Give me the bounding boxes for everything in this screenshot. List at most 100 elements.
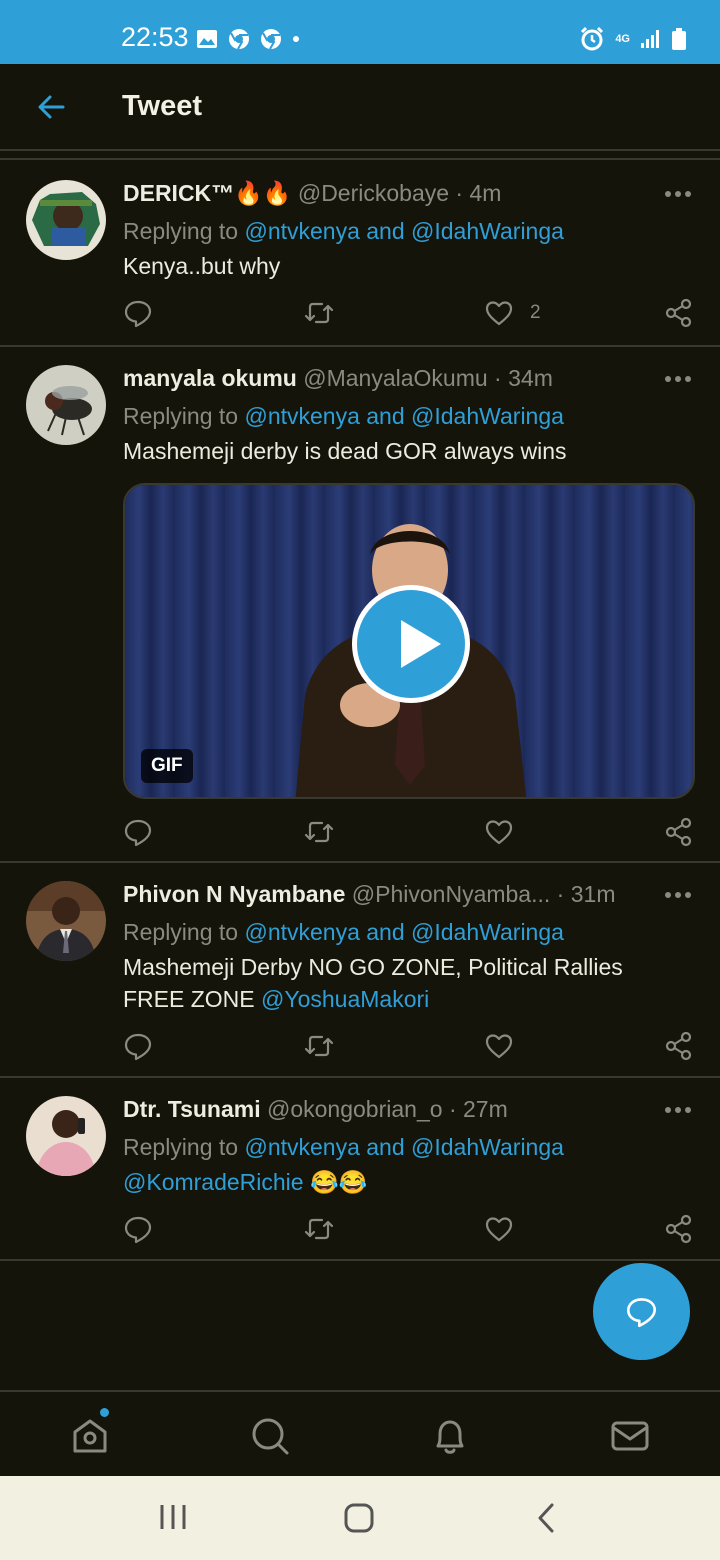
replying-to: Replying to @ntvkenya and @IdahWaringa	[123, 403, 564, 430]
tweet-text: @KomradeRichie 😂😂	[123, 1166, 660, 1198]
system-navigation-bar	[0, 1476, 720, 1560]
status-bar: 22:53 4G	[0, 0, 720, 64]
dot-icon	[293, 36, 299, 42]
tweet-actions	[0, 1214, 720, 1248]
tweet-text-line: Mashemeji Derby NO GO ZONE, Political Ra…	[123, 954, 623, 980]
replying-prefix: Replying to	[123, 1134, 239, 1160]
replying-targets[interactable]: @ntvkenya and @IdahWaringa	[244, 1134, 563, 1160]
tweet-actions	[0, 817, 720, 851]
tweet-text: Mashemeji derby is dead GOR always wins	[123, 438, 567, 464]
gif-media[interactable]: GIF	[123, 483, 695, 799]
share-icon[interactable]	[664, 817, 694, 847]
app-bar: Tweet	[0, 64, 720, 151]
tweet-header: Dtr. Tsunami @okongobrian_o · 27m	[123, 1096, 630, 1126]
retweet-icon[interactable]	[304, 298, 334, 328]
retweet-icon[interactable]	[304, 1031, 334, 1061]
tweet-text-part: FREE ZONE	[123, 986, 255, 1012]
avatar[interactable]	[26, 881, 106, 961]
display-name[interactable]: Dtr. Tsunami	[123, 1096, 261, 1122]
like-count: 2	[530, 302, 541, 323]
divider	[0, 158, 720, 160]
tweet-text-line: FREE ZONE @YoshuaMakori	[123, 983, 660, 1015]
divider	[0, 1076, 720, 1078]
search-icon[interactable]	[250, 1416, 290, 1456]
separator: ·	[448, 1096, 463, 1122]
reply-icon[interactable]	[123, 1031, 153, 1061]
reply-icon[interactable]	[123, 298, 153, 328]
more-icon[interactable]	[664, 1106, 692, 1114]
page-title: Tweet	[122, 90, 203, 122]
home-icon[interactable]	[70, 1416, 110, 1456]
tweet-actions	[0, 1031, 720, 1065]
like-icon[interactable]	[484, 817, 514, 847]
status-time: 22:53	[121, 22, 189, 52]
mention-link[interactable]: @YoshuaMakori	[261, 986, 429, 1012]
reply-icon[interactable]	[123, 817, 153, 847]
divider	[0, 1259, 720, 1261]
share-icon[interactable]	[664, 1214, 694, 1244]
status-right-icons: 4G	[579, 26, 686, 52]
home-button-icon[interactable]	[343, 1502, 375, 1534]
alarm-icon	[581, 26, 604, 51]
display-name[interactable]: DERICK™🔥🔥	[123, 180, 291, 206]
tweet-header: DERICK™🔥🔥 @Derickobaye · 4m	[123, 180, 630, 210]
replying-targets[interactable]: @ntvkenya and @IdahWaringa	[244, 403, 563, 429]
tweet-time: 34m	[508, 365, 553, 391]
like-icon[interactable]	[484, 1214, 514, 1244]
replying-to: Replying to @ntvkenya and @IdahWaringa	[123, 218, 564, 245]
network-type: 4G	[615, 33, 630, 45]
recent-apps-icon[interactable]	[158, 1502, 188, 1532]
separator: ·	[455, 180, 470, 206]
more-icon[interactable]	[664, 190, 692, 198]
battery-icon	[672, 28, 686, 50]
more-icon[interactable]	[664, 375, 692, 383]
bottom-navigation	[0, 1390, 720, 1476]
new-content-dot	[100, 1408, 109, 1417]
share-icon[interactable]	[664, 298, 694, 328]
replying-to: Replying to @ntvkenya and @IdahWaringa	[123, 919, 564, 946]
gif-badge: GIF	[141, 749, 193, 783]
tweet-text: Mashemeji Derby NO GO ZONE, Political Ra…	[123, 951, 660, 1015]
tweet-header: manyala okumu @ManyalaOkumu · 34m	[123, 365, 630, 395]
retweet-icon[interactable]	[304, 1214, 334, 1244]
notifications-icon[interactable]	[430, 1416, 470, 1456]
avatar[interactable]	[26, 1096, 106, 1176]
compose-reply-button[interactable]	[593, 1263, 690, 1360]
user-handle[interactable]: @PhivonNyamba...	[352, 881, 551, 907]
replying-prefix: Replying to	[123, 919, 239, 945]
replying-prefix: Replying to	[123, 218, 239, 244]
avatar[interactable]	[26, 180, 106, 260]
reply-icon[interactable]	[123, 1214, 153, 1244]
share-icon[interactable]	[664, 1031, 694, 1061]
back-arrow-icon[interactable]	[36, 92, 66, 122]
replying-to: Replying to @ntvkenya and @IdahWaringa	[123, 1134, 564, 1161]
tweet-text: Kenya..but why	[123, 253, 281, 279]
user-handle[interactable]: @ManyalaOkumu	[303, 365, 487, 391]
emoji-text: 😂😂	[309, 1169, 368, 1195]
chrome-icon	[261, 29, 281, 50]
tweet-header: Phivon N Nyambane @PhivonNyamba... · 31m	[123, 881, 630, 911]
display-name[interactable]: manyala okumu	[123, 365, 297, 391]
status-left-icons	[196, 28, 300, 50]
play-button[interactable]	[352, 585, 470, 703]
reply-bubble-icon	[626, 1298, 657, 1328]
like-icon[interactable]	[484, 298, 514, 328]
tweet-actions: 2	[0, 298, 720, 332]
retweet-icon[interactable]	[304, 817, 334, 847]
display-name[interactable]: Phivon N Nyambane	[123, 881, 345, 907]
mention-link[interactable]: @KomradeRichie	[123, 1169, 304, 1195]
replying-targets[interactable]: @ntvkenya and @IdahWaringa	[244, 218, 563, 244]
separator: ·	[556, 881, 571, 907]
tweet-time: 31m	[570, 881, 616, 907]
replying-targets[interactable]: @ntvkenya and @IdahWaringa	[244, 919, 563, 945]
user-handle[interactable]: @okongobrian_o	[267, 1096, 443, 1122]
like-icon[interactable]	[484, 1031, 514, 1061]
divider	[0, 861, 720, 863]
user-handle[interactable]: @Derickobaye	[298, 180, 449, 206]
signal-icon	[641, 30, 659, 48]
more-icon[interactable]	[664, 891, 692, 899]
avatar[interactable]	[26, 365, 106, 445]
replying-prefix: Replying to	[123, 403, 239, 429]
back-button-icon[interactable]	[534, 1502, 560, 1534]
messages-icon[interactable]	[610, 1416, 650, 1456]
